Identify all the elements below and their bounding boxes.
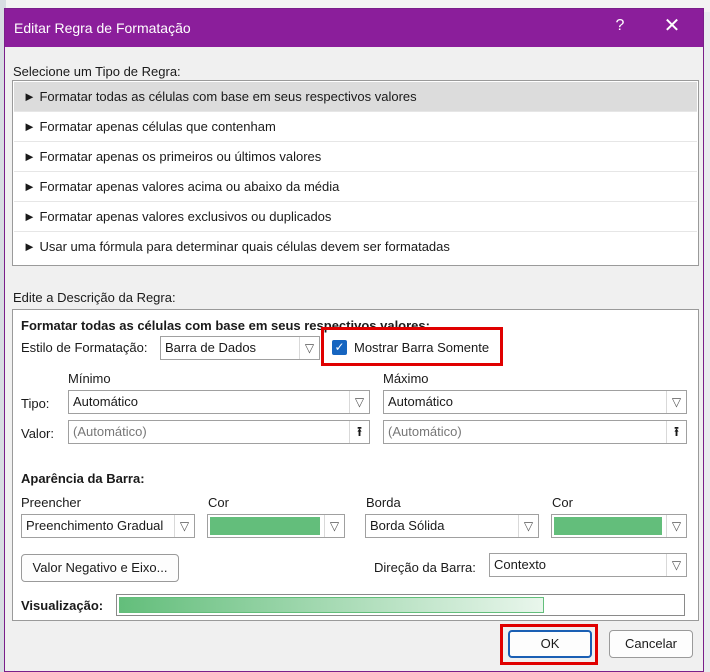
preview-label: Visualização: — [21, 598, 104, 613]
minimum-value-input[interactable]: (Automático) ⭱ — [68, 420, 370, 444]
chevron-down-icon: ▽ — [666, 391, 686, 413]
fill-type-value: Preenchimento Gradual — [26, 518, 164, 533]
chevron-down-icon: ▽ — [299, 337, 319, 359]
fill-color-swatch — [210, 517, 320, 535]
rule-type-list: ► Formatar todas as células com base em … — [12, 80, 699, 266]
minimum-type-value: Automático — [73, 394, 139, 409]
minimum-type-select[interactable]: Automático ▽ — [68, 390, 370, 414]
fill-color-label: Cor — [208, 495, 229, 510]
value-label: Valor: — [21, 426, 54, 441]
bar-direction-select[interactable]: Contexto ▽ — [489, 553, 687, 577]
dialog-titlebar: Editar Regra de Formatação ? ✕ — [5, 9, 703, 47]
chevron-down-icon: ▽ — [666, 554, 686, 576]
border-color-label: Cor — [552, 495, 573, 510]
chevron-down-icon: ▽ — [666, 515, 686, 537]
maximum-value-input[interactable]: (Automático) ⭱ — [383, 420, 687, 444]
bar-direction-value: Contexto — [494, 557, 547, 572]
border-type-select[interactable]: Borda Sólida ▽ — [365, 514, 539, 538]
type-label: Tipo: — [21, 396, 50, 411]
preview-data-bar — [119, 597, 544, 613]
rule-type-item[interactable]: ► Formatar apenas células que contenham — [14, 112, 697, 142]
range-select-icon[interactable]: ⭱ — [666, 421, 686, 443]
fill-color-select[interactable]: ▽ — [207, 514, 345, 538]
bar-appearance-heading: Aparência da Barra: — [21, 471, 145, 486]
edit-formatting-rule-dialog: Editar Regra de Formatação ? ✕ Selecione… — [4, 8, 704, 672]
show-bar-only-label[interactable]: Mostrar Barra Somente — [354, 340, 489, 355]
chevron-down-icon: ▽ — [174, 515, 194, 537]
rule-type-label: Selecione um Tipo de Regra: — [13, 64, 181, 79]
border-label: Borda — [366, 495, 401, 510]
maximum-label: Máximo — [383, 371, 429, 386]
maximum-type-select[interactable]: Automático ▽ — [383, 390, 687, 414]
rule-type-item[interactable]: ► Formatar apenas os primeiros ou último… — [14, 142, 697, 172]
bar-direction-label: Direção da Barra: — [374, 560, 476, 575]
help-icon[interactable]: ? — [610, 17, 630, 35]
fill-type-select[interactable]: Preenchimento Gradual ▽ — [21, 514, 195, 538]
dialog-title: Editar Regra de Formatação — [14, 20, 191, 36]
minimum-label: Mínimo — [68, 371, 111, 386]
negative-value-axis-button[interactable]: Valor Negativo e Eixo... — [21, 554, 179, 582]
rule-type-item[interactable]: ► Formatar apenas valores exclusivos ou … — [14, 202, 697, 232]
rule-type-item[interactable]: ► Formatar apenas valores acima ou abaix… — [14, 172, 697, 202]
fill-label: Preencher — [21, 495, 81, 510]
cancel-button[interactable]: Cancelar — [609, 630, 693, 658]
border-type-value: Borda Sólida — [370, 518, 445, 533]
format-style-label: Estilo de Formatação: — [21, 340, 148, 355]
maximum-type-value: Automático — [388, 394, 454, 409]
maximum-value-text: (Automático) — [388, 424, 462, 439]
chevron-down-icon: ▽ — [518, 515, 538, 537]
format-style-select[interactable]: Barra de Dados ▽ — [160, 336, 320, 360]
preview-box — [116, 594, 685, 616]
close-icon[interactable]: ✕ — [660, 15, 684, 37]
border-color-select[interactable]: ▽ — [551, 514, 687, 538]
rule-type-item[interactable]: ► Usar uma fórmula para determinar quais… — [14, 232, 697, 262]
border-color-swatch — [554, 517, 662, 535]
chevron-down-icon: ▽ — [349, 391, 369, 413]
range-select-icon[interactable]: ⭱ — [349, 421, 369, 443]
rule-type-item[interactable]: ► Formatar todas as células com base em … — [14, 82, 697, 112]
ok-button[interactable]: OK — [508, 630, 592, 658]
format-style-value: Barra de Dados — [165, 340, 257, 355]
rule-description-label: Edite a Descrição da Regra: — [13, 290, 176, 305]
chevron-down-icon: ▽ — [324, 515, 344, 537]
minimum-value-text: (Automático) — [73, 424, 147, 439]
show-bar-only-checkbox[interactable]: ✓ — [332, 340, 347, 355]
